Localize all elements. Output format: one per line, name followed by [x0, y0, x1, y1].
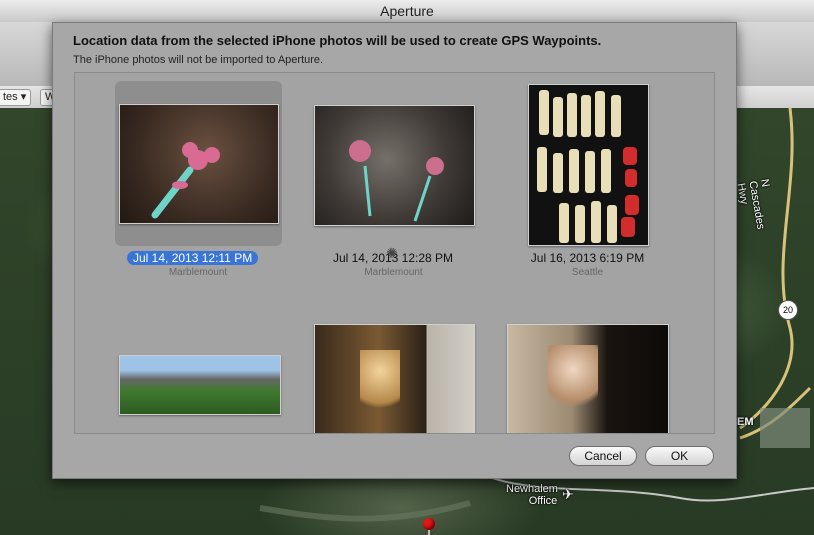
partial-place-label: EM — [737, 416, 754, 428]
cancel-button[interactable]: Cancel — [569, 446, 637, 466]
view-popup-label: tes — [3, 91, 18, 103]
window-titlebar[interactable]: Aperture — [0, 0, 814, 23]
photo-location-1: Marblemount — [168, 267, 228, 278]
ok-button[interactable]: OK — [645, 446, 714, 466]
chalk-flower-drawing — [151, 142, 220, 219]
figure-shape-2 — [548, 345, 598, 415]
photo-date-3: Jul 16, 2013 6:19 PM — [530, 251, 645, 265]
photo-date-1: Jul 14, 2013 12:11 PM — [127, 251, 259, 265]
place-label-line2: Office — [528, 495, 558, 507]
photo-thumbnail-2[interactable] — [314, 105, 475, 226]
map-pin-icon[interactable] — [423, 518, 435, 530]
photo-location-2: Marblemount — [364, 267, 423, 278]
photo-thumbnail-5[interactable] — [314, 324, 475, 433]
sheet-title: Location data from the selected iPhone p… — [73, 33, 602, 48]
photo-location-3: Seattle — [571, 267, 604, 278]
photo-thumbnail-3[interactable] — [528, 84, 649, 246]
sheet-subtitle: The iPhone photos will not be imported t… — [73, 54, 324, 66]
airport-icon: ✈ — [562, 486, 574, 502]
chalk-flower-drawing-2 — [349, 140, 444, 222]
photo-thumbnail-4[interactable] — [119, 355, 281, 415]
photo-browser[interactable]: Jul 14, 2013 12:11 PM Marblemount Jul 14… — [74, 72, 715, 434]
place-label-line1: Newhalem — [506, 483, 558, 495]
loading-spinner-icon: ✺ — [386, 245, 398, 261]
window-title: Aperture — [380, 3, 434, 19]
gps-waypoints-sheet: Location data from the selected iPhone p… — [52, 22, 737, 479]
photo-thumbnail-1[interactable] — [119, 104, 279, 224]
route-shield: 20 — [778, 300, 798, 320]
photo-thumbnail-6[interactable] — [507, 324, 669, 433]
place-label: Newhalem Office — [506, 483, 558, 507]
figure-shape — [360, 350, 400, 420]
grill-skewers — [537, 90, 639, 243]
view-popup[interactable]: tes ▾ — [0, 89, 32, 106]
